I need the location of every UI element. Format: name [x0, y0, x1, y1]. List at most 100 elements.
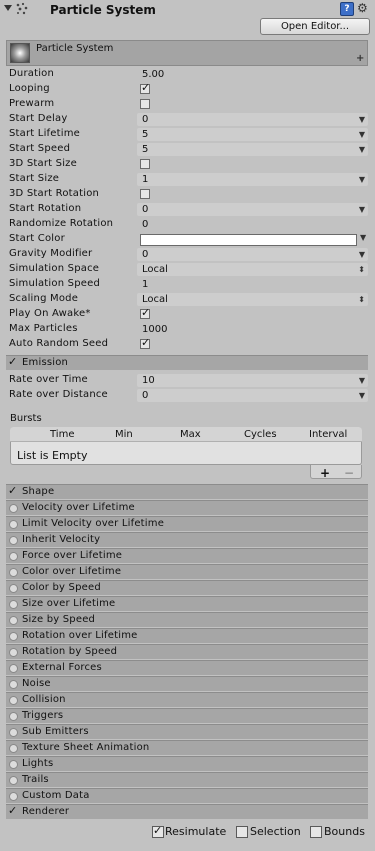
property-row-auto-random-seed: Auto Random Seed: [6, 336, 368, 352]
disabled-dot-icon[interactable]: [9, 712, 18, 721]
module-header-noise[interactable]: Noise: [6, 676, 368, 691]
dropdown-caret-icon[interactable]: ▼: [359, 113, 365, 126]
looping-checkbox[interactable]: [140, 81, 150, 94]
disabled-dot-icon[interactable]: [9, 744, 18, 753]
property-row-rate-over-time: Rate over Time 10 ▼: [6, 373, 368, 388]
module-header-renderer[interactable]: ✓ Renderer: [6, 804, 368, 819]
disabled-dot-icon[interactable]: [9, 584, 18, 593]
property-label: Auto Random Seed: [9, 338, 109, 349]
dropdown-caret-icon[interactable]: ▼: [359, 173, 365, 186]
disabled-dot-icon[interactable]: [9, 760, 18, 769]
module-header-rotation-over-lifetime[interactable]: Rotation over Lifetime: [6, 628, 368, 643]
disabled-dot-icon[interactable]: [9, 648, 18, 657]
dropdown-caret-icon[interactable]: ▼: [359, 248, 365, 261]
prewarm-checkbox[interactable]: [140, 99, 150, 109]
disabled-dot-icon[interactable]: [9, 616, 18, 625]
module-header-triggers[interactable]: Triggers: [6, 708, 368, 723]
property-row-gravity-modifier: Gravity Modifier 0 ▼: [6, 247, 368, 262]
foldout-arrow-icon[interactable]: [4, 5, 12, 11]
property-row-start-rotation: Start Rotation 0 ▼: [6, 202, 368, 217]
resimulate-checkbox[interactable]: [152, 824, 164, 838]
play-on-awake-checkbox[interactable]: [140, 306, 150, 319]
auto-random-seed-checkbox[interactable]: [140, 336, 150, 349]
selection-checkbox[interactable]: [236, 826, 248, 838]
module-header-color-by-speed[interactable]: Color by Speed: [6, 580, 368, 595]
disabled-dot-icon[interactable]: [9, 520, 18, 529]
module-header-external-forces[interactable]: External Forces: [6, 660, 368, 675]
gravity-modifier-field[interactable]: 0 ▼: [137, 248, 368, 261]
duration-field[interactable]: 5.00: [137, 68, 368, 81]
bursts-column-headers: Time Min Max Cycles Interval: [10, 427, 362, 442]
property-label: Looping: [9, 83, 50, 94]
select-arrows-icon[interactable]: ⬍: [358, 293, 365, 306]
help-icon[interactable]: ?: [340, 2, 354, 16]
disabled-dot-icon[interactable]: [9, 600, 18, 609]
module-header-texture-sheet-animation[interactable]: Texture Sheet Animation: [6, 740, 368, 755]
dropdown-caret-icon[interactable]: ▼: [360, 233, 366, 242]
select-arrows-icon[interactable]: ⬍: [358, 263, 365, 276]
rate-over-distance-field[interactable]: 0 ▼: [137, 389, 368, 402]
module-header-color-over-lifetime[interactable]: Color over Lifetime: [6, 564, 368, 579]
disabled-dot-icon[interactable]: [9, 536, 18, 545]
disabled-dot-icon[interactable]: [9, 696, 18, 705]
disabled-dot-icon[interactable]: [9, 568, 18, 577]
module-header-inherit-velocity[interactable]: Inherit Velocity: [6, 532, 368, 547]
dropdown-caret-icon[interactable]: ▼: [359, 389, 365, 402]
start-size-field[interactable]: 1 ▼: [137, 173, 368, 186]
disabled-dot-icon[interactable]: [9, 632, 18, 641]
module-header-shape[interactable]: ✓ Shape: [6, 484, 368, 499]
enabled-checkmark-icon[interactable]: ✓: [8, 804, 17, 817]
randomize-rotation-field[interactable]: 0: [137, 218, 368, 231]
3d-start-rotation-checkbox[interactable]: [140, 189, 150, 199]
max-particles-field[interactable]: 1000: [137, 323, 368, 336]
property-label: Start Lifetime: [9, 128, 81, 139]
enabled-checkmark-icon[interactable]: ✓: [8, 484, 17, 497]
module-header-rotation-by-speed[interactable]: Rotation by Speed: [6, 644, 368, 659]
enabled-checkmark-icon[interactable]: ✓: [8, 355, 17, 368]
start-color-swatch[interactable]: [140, 234, 357, 246]
module-header-force-over-lifetime[interactable]: Force over Lifetime: [6, 548, 368, 563]
dropdown-caret-icon[interactable]: ▼: [359, 203, 365, 216]
module-label: Velocity over Lifetime: [22, 502, 135, 513]
module-header-trails[interactable]: Trails: [6, 772, 368, 787]
module-header-size-by-speed[interactable]: Size by Speed: [6, 612, 368, 627]
module-label: Sub Emitters: [22, 726, 89, 737]
module-header-velocity-over-lifetime[interactable]: Velocity over Lifetime: [6, 500, 368, 515]
property-label: Play On Awake*: [9, 308, 91, 319]
start-rotation-field[interactable]: 0 ▼: [137, 203, 368, 216]
module-header-custom-data[interactable]: Custom Data: [6, 788, 368, 803]
module-header-sub-emitters[interactable]: Sub Emitters: [6, 724, 368, 739]
remove-burst-button[interactable]: −: [344, 466, 354, 480]
disabled-dot-icon[interactable]: [9, 792, 18, 801]
gear-icon[interactable]: ⚙: [357, 1, 368, 15]
start-delay-field[interactable]: 0 ▼: [137, 113, 368, 126]
simulation-speed-field[interactable]: 1: [137, 278, 368, 291]
disabled-dot-icon[interactable]: [9, 664, 18, 673]
property-value: 5.00: [142, 69, 165, 80]
module-header-lights[interactable]: Lights: [6, 756, 368, 771]
property-row-looping: Looping: [6, 81, 368, 97]
start-speed-field[interactable]: 5 ▼: [137, 143, 368, 156]
open-editor-button[interactable]: Open Editor...: [260, 18, 370, 35]
module-label: Custom Data: [22, 790, 90, 801]
start-lifetime-field[interactable]: 5 ▼: [137, 128, 368, 141]
module-header-emission[interactable]: ✓ Emission: [6, 355, 368, 370]
disabled-dot-icon[interactable]: [9, 776, 18, 785]
scaling-mode-field[interactable]: Local ⬍: [137, 293, 368, 306]
module-header-size-over-lifetime[interactable]: Size over Lifetime: [6, 596, 368, 611]
disabled-dot-icon[interactable]: [9, 728, 18, 737]
dropdown-caret-icon[interactable]: ▼: [359, 143, 365, 156]
disabled-dot-icon[interactable]: [9, 680, 18, 689]
module-header-limit-velocity-over-lifetime[interactable]: Limit Velocity over Lifetime: [6, 516, 368, 531]
bounds-checkbox[interactable]: [310, 826, 322, 838]
rate-over-time-field[interactable]: 10 ▼: [137, 374, 368, 387]
3d-start-size-checkbox[interactable]: [140, 159, 150, 169]
add-burst-button[interactable]: +: [320, 466, 330, 480]
simulation-space-field[interactable]: Local ⬍: [137, 263, 368, 276]
add-curve-icon[interactable]: +: [356, 53, 364, 64]
disabled-dot-icon[interactable]: [9, 552, 18, 561]
dropdown-caret-icon[interactable]: ▼: [359, 374, 365, 387]
dropdown-caret-icon[interactable]: ▼: [359, 128, 365, 141]
disabled-dot-icon[interactable]: [9, 504, 18, 513]
module-header-collision[interactable]: Collision: [6, 692, 368, 707]
